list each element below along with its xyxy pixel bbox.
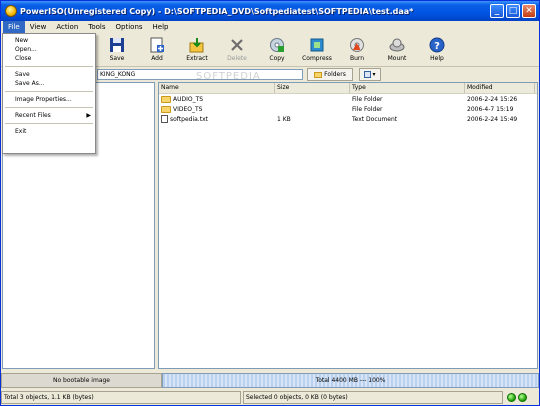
table-row[interactable]: softpedia.txt 1 KB Text Document 2006-2-…	[159, 114, 537, 124]
mount-label: Mount	[387, 55, 407, 62]
extract-icon	[188, 36, 206, 54]
folder-icon	[161, 105, 171, 113]
menu-save-as[interactable]: Save As...	[3, 79, 95, 88]
menu-file[interactable]: File	[3, 21, 25, 33]
delete-icon	[228, 36, 246, 54]
menu-new[interactable]: New	[3, 36, 95, 45]
column-size[interactable]: Size	[275, 83, 350, 93]
compress-button[interactable]: Compress	[297, 33, 337, 67]
burn-button[interactable]: Burn	[337, 33, 377, 67]
menu-recent-files-label: Recent Files	[15, 112, 51, 119]
svg-text:?: ?	[434, 41, 440, 52]
capacity-bar[interactable]: Total 4400 MB --- 100%	[162, 373, 539, 388]
list-header: Name Size Type Modified	[159, 83, 537, 94]
menu-exit[interactable]: Exit	[3, 127, 95, 136]
folders-button[interactable]: Folders	[307, 68, 353, 81]
row-modified: 2006-2-24 15:26	[467, 95, 518, 103]
row-type: Text Document	[352, 115, 398, 123]
copy-icon	[268, 36, 286, 54]
file-menu-dropdown: New Open... Close Save Save As... Image …	[2, 33, 96, 154]
menu-separator	[5, 66, 93, 67]
menu-tools[interactable]: Tools	[83, 21, 110, 33]
help-label: Help	[430, 55, 444, 62]
poweriso-logo-icon	[5, 5, 17, 17]
menu-open[interactable]: Open...	[3, 45, 95, 54]
window-title: PowerISO(Unregistered Copy) - D:\SOFTPED…	[20, 6, 414, 16]
menu-view[interactable]: View	[25, 21, 52, 33]
menu-recent-files[interactable]: Recent Files ▶	[3, 111, 95, 120]
menu-action[interactable]: Action	[51, 21, 83, 33]
help-icon: ?	[428, 36, 446, 54]
folder-icon	[314, 71, 323, 78]
views-button[interactable]: ▾	[359, 68, 381, 81]
menu-options[interactable]: Options	[111, 21, 148, 33]
menu-separator	[5, 107, 93, 108]
table-row[interactable]: VIDEO_TS File Folder 2006-4-7 15:19	[159, 104, 537, 114]
maximize-button[interactable]: □	[506, 4, 520, 18]
add-label: Add	[151, 55, 163, 62]
minimize-button[interactable]: _	[490, 4, 504, 18]
delete-label: Delete	[227, 55, 247, 62]
app-window: PowerISO(Unregistered Copy) - D:\SOFTPED…	[0, 0, 540, 406]
menu-bar: File View Action Tools Options Help	[1, 21, 539, 33]
compress-icon	[308, 36, 326, 54]
column-name[interactable]: Name	[159, 83, 275, 93]
add-icon	[148, 36, 166, 54]
row-size: 1 KB	[277, 115, 291, 123]
status-selected: Selected 0 objects, 0 KB (0 bytes)	[243, 391, 503, 404]
menu-separator	[5, 91, 93, 92]
capacity-area: No bootable image Total 4400 MB --- 100%	[1, 373, 539, 388]
folder-icon	[161, 95, 171, 103]
save-icon	[108, 36, 126, 54]
extract-label: Extract	[186, 55, 208, 62]
submenu-arrow-icon: ▶	[86, 112, 91, 119]
file-list-pane[interactable]: Name Size Type Modified AUDIO_TS File Fo…	[158, 82, 538, 369]
row-name: AUDIO_TS	[173, 95, 204, 103]
compress-label: Compress	[302, 55, 332, 62]
save-label: Save	[109, 55, 125, 62]
title-bar[interactable]: PowerISO(Unregistered Copy) - D:\SOFTPED…	[1, 1, 539, 21]
copy-label: Copy	[269, 55, 285, 62]
column-type[interactable]: Type	[350, 83, 465, 93]
row-modified: 2006-2-24 15:49	[467, 115, 518, 123]
views-grid-icon	[364, 71, 372, 78]
burn-icon	[348, 36, 366, 54]
close-button[interactable]: ✕	[522, 4, 536, 18]
row-name: VIDEO_TS	[173, 105, 203, 113]
menu-image-properties[interactable]: Image Properties...	[3, 95, 95, 104]
chevron-down-icon: ▾	[372, 71, 376, 78]
table-row[interactable]: AUDIO_TS File Folder 2006-2-24 15:26	[159, 94, 537, 104]
menu-separator	[5, 123, 93, 124]
add-button[interactable]: Add	[137, 33, 177, 67]
row-type: File Folder	[352, 105, 383, 113]
status-light-icon	[507, 393, 516, 402]
menu-help[interactable]: Help	[148, 21, 174, 33]
status-lights	[507, 393, 527, 402]
boot-info-label: No bootable image	[1, 373, 162, 388]
column-modified[interactable]: Modified	[465, 83, 535, 93]
copy-button[interactable]: Copy	[257, 33, 297, 67]
row-modified: 2006-4-7 15:19	[467, 105, 514, 113]
row-name: softpedia.txt	[170, 115, 208, 123]
save-button[interactable]: Save	[97, 33, 137, 67]
burn-label: Burn	[349, 55, 365, 62]
status-bar: Total 3 objects, 1.1 KB (bytes) Selected…	[1, 390, 539, 405]
status-total: Total 3 objects, 1.1 KB (bytes)	[1, 391, 241, 404]
row-type: File Folder	[352, 95, 383, 103]
folders-label: Folders	[324, 71, 346, 78]
help-button[interactable]: ? Help	[417, 33, 457, 67]
menu-close[interactable]: Close	[3, 54, 95, 63]
watermark: SOFTPEDIA	[196, 71, 261, 82]
menu-save[interactable]: Save	[3, 70, 95, 79]
mount-button[interactable]: Mount	[377, 33, 417, 67]
status-light-icon	[518, 393, 527, 402]
mount-icon	[388, 36, 406, 54]
extract-button[interactable]: Extract	[177, 33, 217, 67]
file-icon	[161, 115, 168, 123]
delete-button[interactable]: Delete	[217, 33, 257, 67]
